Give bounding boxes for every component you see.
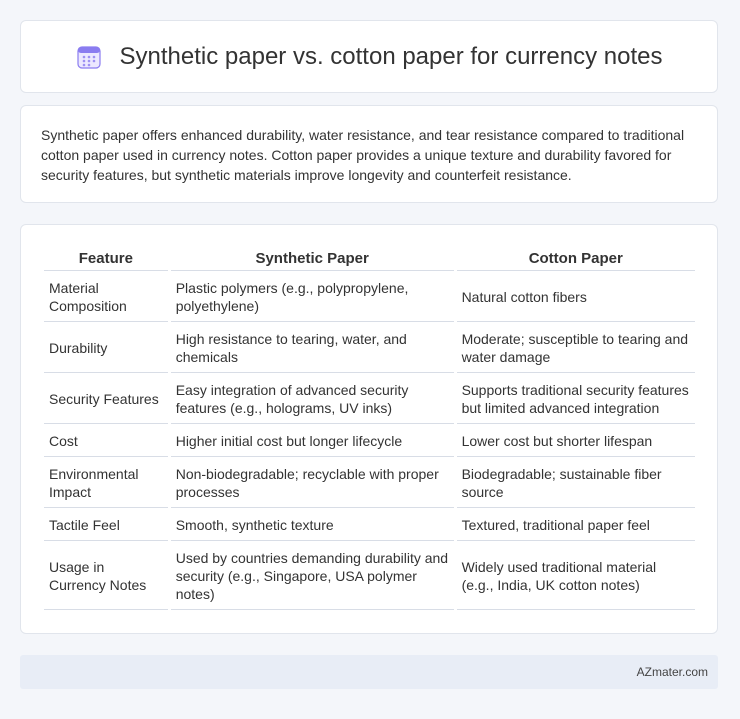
- page-title: Synthetic paper vs. cotton paper for cur…: [119, 42, 663, 70]
- cotton-cell: Textured, traditional paper feel: [456, 510, 695, 541]
- title-wrap: Synthetic paper vs. cotton paper for cur…: [76, 42, 663, 71]
- table-row: Security Features Easy integration of ad…: [44, 375, 695, 424]
- cotton-cell: Lower cost but shorter lifespan: [456, 426, 695, 457]
- summary-text: Synthetic paper offers enhanced durabili…: [41, 127, 685, 183]
- table-row: Cost Higher initial cost but longer life…: [44, 426, 695, 457]
- cotton-cell: Supports traditional security features b…: [456, 375, 695, 424]
- synthetic-cell: Non-biodegradable; recyclable with prope…: [170, 459, 454, 508]
- cotton-cell: Natural cotton fibers: [456, 273, 695, 322]
- table-row: Usage in Currency Notes Used by countrie…: [44, 543, 695, 610]
- cotton-cell: Widely used traditional material (e.g., …: [456, 543, 695, 610]
- feature-cell: Material Composition: [44, 273, 168, 322]
- feature-cell: Tactile Feel: [44, 510, 168, 541]
- summary-card: Synthetic paper offers enhanced durabili…: [20, 105, 718, 203]
- table-row: Material Composition Plastic polymers (e…: [44, 273, 695, 322]
- cotton-cell: Biodegradable; sustainable fiber source: [456, 459, 695, 508]
- feature-cell: Durability: [44, 324, 168, 373]
- footer-bar: AZmater.com: [20, 655, 718, 689]
- synthetic-cell: Easy integration of advanced security fe…: [170, 375, 454, 424]
- synthetic-cell: Plastic polymers (e.g., polypropylene, p…: [170, 273, 454, 322]
- footer-brand: AZmater.com: [636, 665, 708, 679]
- column-header-synthetic: Synthetic Paper: [170, 247, 454, 271]
- column-header-cotton: Cotton Paper: [456, 247, 695, 271]
- title-card: Synthetic paper vs. cotton paper for cur…: [20, 20, 718, 93]
- feature-cell: Usage in Currency Notes: [44, 543, 168, 610]
- synthetic-cell: Smooth, synthetic texture: [170, 510, 454, 541]
- synthetic-cell: High resistance to tearing, water, and c…: [170, 324, 454, 373]
- table-header-row: Feature Synthetic Paper Cotton Paper: [44, 247, 695, 271]
- table-row: Tactile Feel Smooth, synthetic texture T…: [44, 510, 695, 541]
- table-row: Environmental Impact Non-biodegradable; …: [44, 459, 695, 508]
- cotton-cell: Moderate; susceptible to tearing and wat…: [456, 324, 695, 373]
- comparison-table: Feature Synthetic Paper Cotton Paper Mat…: [41, 245, 698, 612]
- synthetic-cell: Used by countries demanding durability a…: [170, 543, 454, 610]
- column-header-feature: Feature: [44, 247, 168, 271]
- synthetic-cell: Higher initial cost but longer lifecycle: [170, 426, 454, 457]
- table-row: Durability High resistance to tearing, w…: [44, 324, 695, 373]
- feature-cell: Security Features: [44, 375, 168, 424]
- comparison-table-card: Feature Synthetic Paper Cotton Paper Mat…: [20, 224, 718, 634]
- feature-cell: Cost: [44, 426, 168, 457]
- calendar-icon: [76, 44, 102, 70]
- feature-cell: Environmental Impact: [44, 459, 168, 508]
